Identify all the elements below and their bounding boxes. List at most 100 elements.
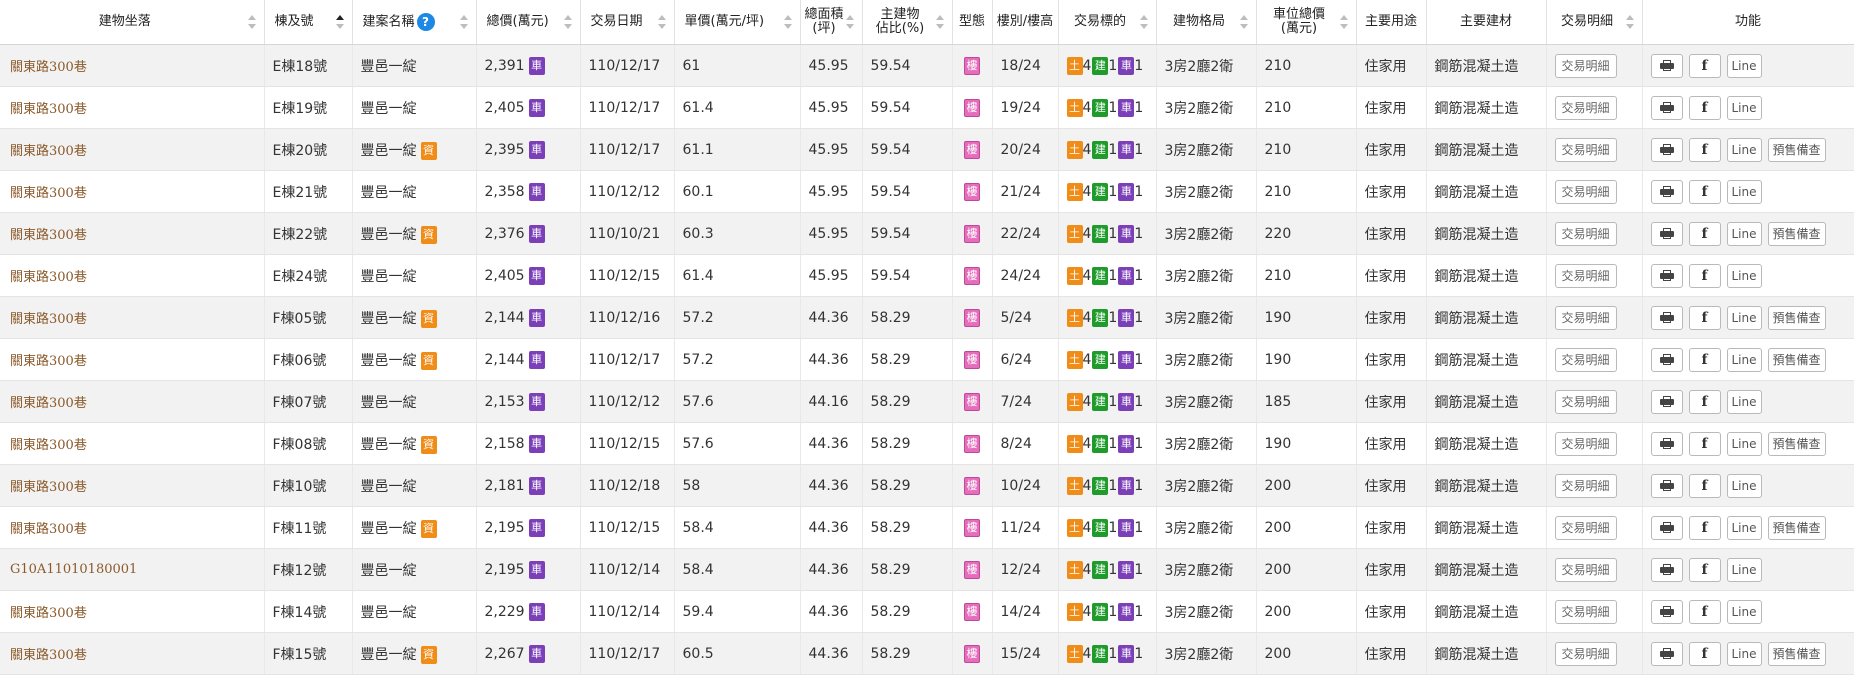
- col-location[interactable]: 建物坐落: [0, 0, 265, 45]
- print-button[interactable]: [1650, 557, 1683, 582]
- location-link[interactable]: 關東路300巷: [10, 60, 87, 75]
- location-cell[interactable]: 關東路300巷: [0, 44, 265, 87]
- sort-icon[interactable]: [845, 15, 854, 29]
- info-badge[interactable]: 資: [420, 351, 437, 370]
- sort-asc-icon[interactable]: [335, 15, 344, 29]
- facebook-share-button[interactable]: f: [1688, 137, 1721, 162]
- facebook-share-button[interactable]: f: [1688, 473, 1721, 498]
- line-share-button[interactable]: Line: [1726, 641, 1762, 666]
- location-link[interactable]: 關東路300巷: [10, 480, 87, 495]
- print-button[interactable]: [1650, 179, 1683, 204]
- location-cell[interactable]: G10A11010180001: [0, 548, 265, 591]
- line-share-button[interactable]: Line: [1726, 515, 1762, 540]
- col-area[interactable]: 總面積 (坪): [800, 0, 863, 45]
- presale-record-button[interactable]: 預售備查: [1767, 347, 1826, 372]
- location-link[interactable]: 關東路300巷: [10, 438, 87, 453]
- print-button[interactable]: [1650, 473, 1683, 498]
- detail-button[interactable]: 交易明細: [1554, 137, 1617, 162]
- facebook-share-button[interactable]: f: [1688, 431, 1721, 456]
- line-share-button[interactable]: Line: [1726, 599, 1762, 624]
- location-link[interactable]: 關東路300巷: [10, 606, 87, 621]
- sort-icon[interactable]: [1339, 15, 1348, 29]
- line-share-button[interactable]: Line: [1726, 431, 1762, 456]
- print-button[interactable]: [1650, 515, 1683, 540]
- col-unit[interactable]: 棟及號: [264, 0, 353, 45]
- location-link[interactable]: 關東路300巷: [10, 270, 87, 285]
- location-link[interactable]: 關東路300巷: [10, 522, 87, 537]
- line-share-button[interactable]: Line: [1726, 179, 1762, 204]
- location-link[interactable]: 關東路300巷: [10, 648, 87, 663]
- detail-button[interactable]: 交易明細: [1554, 179, 1617, 204]
- print-button[interactable]: [1650, 53, 1683, 78]
- presale-record-button[interactable]: 預售備查: [1767, 641, 1826, 666]
- location-cell[interactable]: 關東路300巷: [0, 590, 265, 633]
- location-link[interactable]: 關東路300巷: [10, 228, 87, 243]
- info-badge[interactable]: 資: [420, 519, 437, 538]
- location-link[interactable]: 關東路300巷: [10, 102, 87, 117]
- col-parking[interactable]: 車位總價 (萬元): [1256, 0, 1357, 45]
- sort-icon[interactable]: [247, 15, 256, 29]
- facebook-share-button[interactable]: f: [1688, 389, 1721, 414]
- location-cell[interactable]: 關東路300巷: [0, 506, 265, 549]
- location-link[interactable]: 關東路300巷: [10, 312, 87, 327]
- info-badge[interactable]: 資: [420, 645, 437, 664]
- location-cell[interactable]: 關東路300巷: [0, 380, 265, 423]
- detail-button[interactable]: 交易明細: [1554, 515, 1617, 540]
- print-button[interactable]: [1650, 305, 1683, 330]
- location-cell[interactable]: 關東路300巷: [0, 422, 265, 465]
- sort-icon[interactable]: [657, 15, 666, 29]
- location-link[interactable]: 關東路300巷: [10, 144, 87, 159]
- detail-button[interactable]: 交易明細: [1554, 53, 1617, 78]
- facebook-share-button[interactable]: f: [1688, 599, 1721, 624]
- line-share-button[interactable]: Line: [1726, 137, 1762, 162]
- print-button[interactable]: [1650, 599, 1683, 624]
- line-share-button[interactable]: Line: [1726, 221, 1762, 246]
- sort-icon[interactable]: [1625, 15, 1634, 29]
- info-badge[interactable]: 資: [420, 435, 437, 454]
- detail-button[interactable]: 交易明細: [1554, 95, 1617, 120]
- line-share-button[interactable]: Line: [1726, 473, 1762, 498]
- info-badge[interactable]: 資: [420, 309, 437, 328]
- col-date[interactable]: 交易日期: [580, 0, 675, 45]
- location-cell[interactable]: 關東路300巷: [0, 254, 265, 297]
- presale-record-button[interactable]: 預售備查: [1767, 137, 1826, 162]
- facebook-share-button[interactable]: f: [1688, 221, 1721, 246]
- location-link[interactable]: 關東路300巷: [10, 186, 87, 201]
- info-badge[interactable]: 資: [420, 225, 437, 244]
- facebook-share-button[interactable]: f: [1688, 179, 1721, 204]
- location-link[interactable]: 關東路300巷: [10, 354, 87, 369]
- location-cell[interactable]: 關東路300巷: [0, 338, 265, 381]
- line-share-button[interactable]: Line: [1726, 95, 1762, 120]
- location-cell[interactable]: 關東路300巷: [0, 296, 265, 339]
- col-detail[interactable]: 交易明細: [1546, 0, 1643, 45]
- detail-button[interactable]: 交易明細: [1554, 305, 1617, 330]
- location-cell[interactable]: 關東路300巷: [0, 128, 265, 171]
- line-share-button[interactable]: Line: [1726, 557, 1762, 582]
- location-link[interactable]: 關東路300巷: [10, 396, 87, 411]
- detail-button[interactable]: 交易明細: [1554, 347, 1617, 372]
- facebook-share-button[interactable]: f: [1688, 53, 1721, 78]
- col-unit-price[interactable]: 單價(萬元/坪): [674, 0, 801, 45]
- help-icon[interactable]: ?: [416, 13, 435, 31]
- detail-button[interactable]: 交易明細: [1554, 557, 1617, 582]
- presale-record-button[interactable]: 預售備查: [1767, 305, 1826, 330]
- facebook-share-button[interactable]: f: [1688, 95, 1721, 120]
- location-cell[interactable]: 關東路300巷: [0, 86, 265, 129]
- info-badge[interactable]: 資: [420, 141, 437, 160]
- detail-button[interactable]: 交易明細: [1554, 263, 1617, 288]
- location-cell[interactable]: 關東路300巷: [0, 632, 265, 675]
- detail-button[interactable]: 交易明細: [1554, 473, 1617, 498]
- line-share-button[interactable]: Line: [1726, 347, 1762, 372]
- line-share-button[interactable]: Line: [1726, 53, 1762, 78]
- print-button[interactable]: [1650, 389, 1683, 414]
- presale-record-button[interactable]: 預售備查: [1767, 515, 1826, 540]
- print-button[interactable]: [1650, 137, 1683, 162]
- print-button[interactable]: [1650, 431, 1683, 456]
- line-share-button[interactable]: Line: [1726, 305, 1762, 330]
- presale-record-button[interactable]: 預售備查: [1767, 431, 1826, 456]
- sort-icon[interactable]: [459, 15, 468, 29]
- print-button[interactable]: [1650, 641, 1683, 666]
- print-button[interactable]: [1650, 221, 1683, 246]
- location-cell[interactable]: 關東路300巷: [0, 170, 265, 213]
- detail-button[interactable]: 交易明細: [1554, 599, 1617, 624]
